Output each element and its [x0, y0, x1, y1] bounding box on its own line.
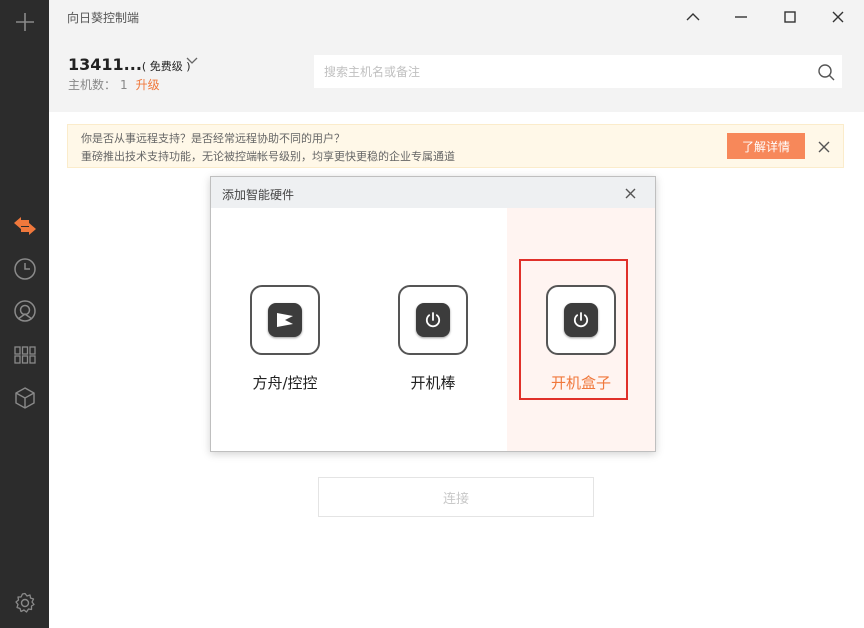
close-button[interactable] [823, 3, 853, 31]
apps-grid-icon[interactable] [0, 335, 49, 375]
search-input[interactable] [315, 56, 805, 87]
maximize-icon [784, 11, 796, 23]
app-title: 向日葵控制端 [67, 11, 140, 25]
power-icon [425, 312, 441, 328]
connect-button[interactable]: 连接 [318, 477, 594, 517]
add-icon[interactable] [0, 2, 49, 42]
option-power-stick[interactable]: 开机棒 [359, 208, 507, 451]
maximize-button[interactable] [775, 3, 805, 31]
chevron-up-icon [686, 13, 700, 21]
collapse-button[interactable] [678, 3, 708, 31]
banner-line-2: 重磅推出技术支持功能，无论被控端帐号级别，均享更快更稳的企业专属通道 [81, 150, 455, 163]
close-icon [818, 141, 830, 153]
account-level: ( 免费级 ) [141, 60, 191, 73]
option-power-stick-tile[interactable] [398, 285, 468, 355]
chevron-down-icon[interactable] [186, 57, 198, 65]
host-count-value: 1 [120, 78, 128, 92]
host-count-line: 主机数： 1 升级 [68, 76, 160, 93]
discovery-icon[interactable] [0, 292, 49, 332]
settings-gear-icon[interactable] [0, 583, 49, 623]
dialog-close-button[interactable] [622, 185, 638, 201]
option-ark-label: 方舟/控控 [252, 374, 318, 392]
remote-control-icon[interactable] [0, 206, 49, 246]
upgrade-link[interactable]: 升级 [136, 78, 160, 92]
title-bar: 向日葵控制端 [49, 0, 864, 34]
dialog-header: 添加智能硬件 [211, 177, 655, 208]
hardware-box-icon[interactable] [0, 378, 49, 418]
selection-frame [519, 259, 628, 400]
option-ark-tile[interactable] [250, 285, 320, 355]
history-clock-icon[interactable] [0, 249, 49, 289]
minimize-icon [735, 16, 747, 18]
account-selector[interactable]: 13411...( 免费级 ) [68, 55, 198, 74]
banner-close-button[interactable] [815, 138, 833, 156]
sidebar [0, 0, 49, 628]
option-ark[interactable]: 方舟/控控 [211, 208, 359, 451]
minimize-button[interactable] [726, 3, 756, 31]
host-count-label: 主机数： [68, 78, 117, 92]
close-icon [832, 11, 844, 23]
learn-more-button[interactable]: 了解详情 [727, 133, 805, 159]
search-icon[interactable] [817, 63, 835, 81]
dialog-title: 添加智能硬件 [222, 188, 295, 202]
close-icon [625, 188, 635, 198]
ark-play-icon [277, 313, 293, 327]
banner-line-1: 你是否从事远程支持？是否经常远程协助不同的用户？ [81, 132, 345, 145]
account-id: 13411... [68, 55, 142, 74]
promo-banner: 你是否从事远程支持？是否经常远程协助不同的用户？ 重磅推出技术支持功能，无论被控… [67, 124, 844, 168]
option-power-stick-label: 开机棒 [410, 374, 456, 392]
search-box [314, 55, 842, 88]
